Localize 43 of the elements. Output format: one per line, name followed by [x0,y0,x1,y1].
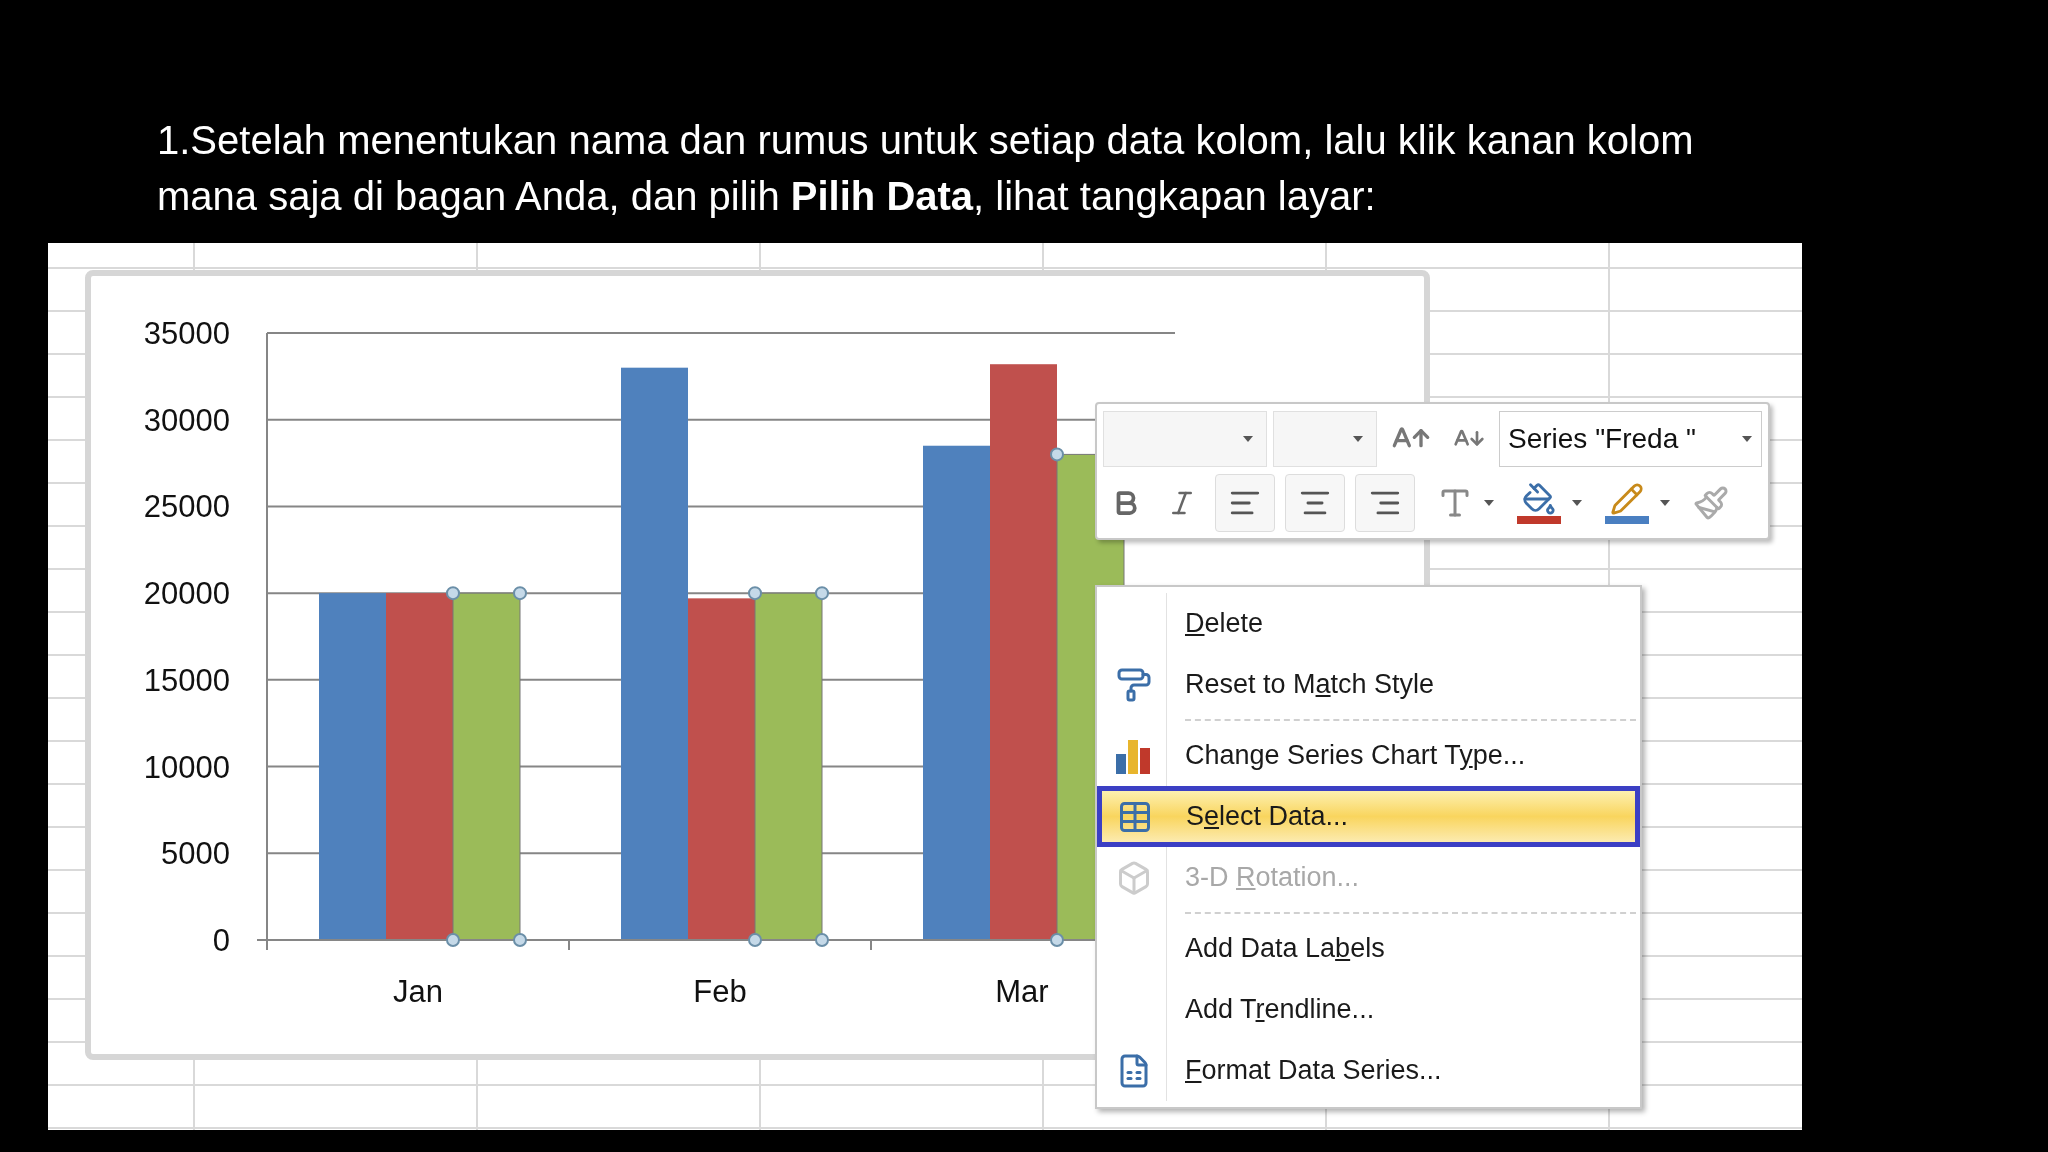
axis-tick-label: 35000 [143,316,230,351]
axis-category-label: Jan [393,974,443,1009]
menu-item[interactable]: Delete [1101,593,1636,654]
selection-handle[interactable] [513,933,527,947]
align-left-button[interactable] [1215,473,1275,532]
caret-icon [1483,498,1495,507]
menu-item[interactable]: Reset to Match Style [1101,654,1636,715]
menu-item[interactable]: Add Data Labels [1101,918,1636,979]
axis-tick-label: 30000 [143,402,230,438]
caret-icon [1571,498,1583,507]
selection-handle[interactable] [446,586,460,601]
caret-icon [1242,434,1254,443]
menu-item[interactable]: Select Data... [1097,786,1640,847]
instruction-text: 1.Setelah menentukan nama dan rumus untuk setiap data kolom, lalu klik kanan kolom mana saja di bagan Anda, dan pilih Pilih Data, lihat tangkapan layar: [157,117,1695,220]
paint-roller-icon [1115,666,1152,703]
axis-tick-label: 20000 [143,576,230,612]
selection-handle[interactable] [1050,933,1064,947]
menu-item[interactable]: Add Trendline... [1101,979,1636,1040]
axis-tick-label: 25000 [143,489,230,525]
axis-category-label: Mar [995,974,1049,1009]
caret-icon [1659,498,1671,507]
align-right-button[interactable] [1355,473,1415,532]
selection-handle[interactable] [446,933,460,947]
axis-tick-label: 5000 [161,836,230,872]
outline-color-icon[interactable] [1605,481,1649,524]
caret-icon [1741,434,1753,443]
fill-color-icon[interactable] [1517,481,1561,524]
series-selector[interactable]: Series "Freda " [1499,410,1762,467]
selection-handle[interactable] [1050,447,1064,462]
paintbrush-icon[interactable] [1693,484,1729,521]
selection-handle[interactable] [748,933,762,947]
axis-category-label: Feb [693,974,747,1009]
selection-handle[interactable] [748,586,762,601]
menu-item[interactable]: Change Series Chart Type... [1101,725,1636,786]
caret-icon [1352,434,1364,443]
axis-tick-label: 15000 [143,662,230,698]
axis-tick-label: 10000 [143,749,230,785]
align-center-button[interactable] [1285,473,1345,532]
axis-tick-label: 0 [212,923,230,958]
selection-handle[interactable] [513,586,527,601]
selection-handle[interactable] [815,586,829,601]
selection-handle[interactable] [815,933,829,947]
menu-item[interactable]: Format Data Series... [1101,1040,1636,1101]
